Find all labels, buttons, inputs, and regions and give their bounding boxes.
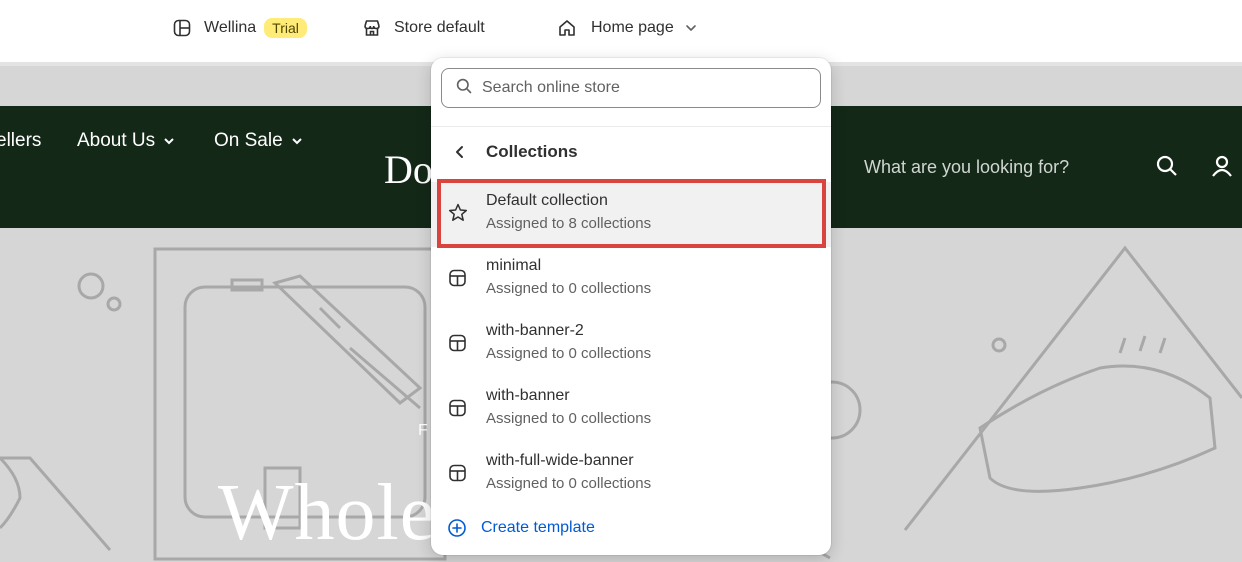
template-assignment: Assigned to 0 collections [486, 475, 652, 492]
theme-switcher[interactable]: Store default [362, 0, 485, 56]
nav-link-about-us[interactable]: About Us [77, 130, 175, 152]
page-selector-popover: Collections Default collection Assigned … [431, 58, 831, 555]
store-name: Wellina [204, 19, 257, 36]
account-icon[interactable] [1210, 154, 1234, 183]
search-input[interactable] [482, 79, 802, 97]
search-icon [442, 78, 472, 99]
back-to-sections[interactable]: Collections [431, 132, 831, 172]
template-icon [447, 397, 469, 424]
template-assignment: Assigned to 0 collections [486, 280, 652, 297]
editor-topbar: Wellina Trial Store default Home page [0, 0, 1242, 60]
template-item-with-banner[interactable]: with-banner Assigned to 0 collections [431, 377, 831, 442]
page-name: Home page [591, 19, 674, 36]
template-icon [447, 267, 469, 294]
template-item-minimal[interactable]: minimal Assigned to 0 collections [431, 247, 831, 312]
template-name: with-banner [486, 387, 570, 404]
section-title: Collections [486, 142, 578, 161]
template-name: with-banner-2 [486, 322, 584, 339]
search-icon[interactable] [1155, 154, 1179, 183]
chevron-left-icon[interactable] [453, 144, 467, 165]
create-template-button[interactable]: Create template [431, 510, 831, 546]
template-name: with-full-wide-banner [486, 452, 634, 469]
trial-badge: Trial [264, 18, 307, 38]
search-field[interactable] [441, 68, 821, 108]
chevron-down-icon [164, 138, 174, 145]
page-selector[interactable]: Home page [557, 0, 698, 56]
store-search-placeholder[interactable]: What are you looking for? [864, 157, 1069, 178]
template-item-with-full-wide-banner[interactable]: with-full-wide-banner Assigned to 0 coll… [431, 442, 831, 507]
divider [431, 126, 831, 127]
template-name: minimal [486, 257, 542, 274]
chevron-down-icon [684, 21, 698, 35]
theme-name: Store default [394, 19, 485, 36]
create-template-label: Create template [481, 519, 595, 536]
template-icon [447, 332, 469, 359]
nav-link-on-sale[interactable]: On Sale [214, 130, 303, 152]
selection-highlight [437, 179, 826, 248]
template-icon [447, 462, 469, 489]
store-switcher[interactable]: Wellina Trial [172, 0, 307, 56]
template-item-with-banner-2[interactable]: with-banner-2 Assigned to 0 collections [431, 312, 831, 377]
template-assignment: Assigned to 0 collections [486, 345, 652, 362]
hero-eyebrow: F [418, 422, 428, 439]
shop-icon [362, 18, 382, 38]
template-assignment: Assigned to 0 collections [486, 410, 652, 427]
nav-link-bestsellers[interactable]: ellers [0, 130, 41, 152]
plus-circle-icon [447, 518, 467, 543]
chevron-down-icon [291, 138, 302, 145]
store-icon [172, 18, 192, 38]
home-icon [557, 18, 577, 38]
